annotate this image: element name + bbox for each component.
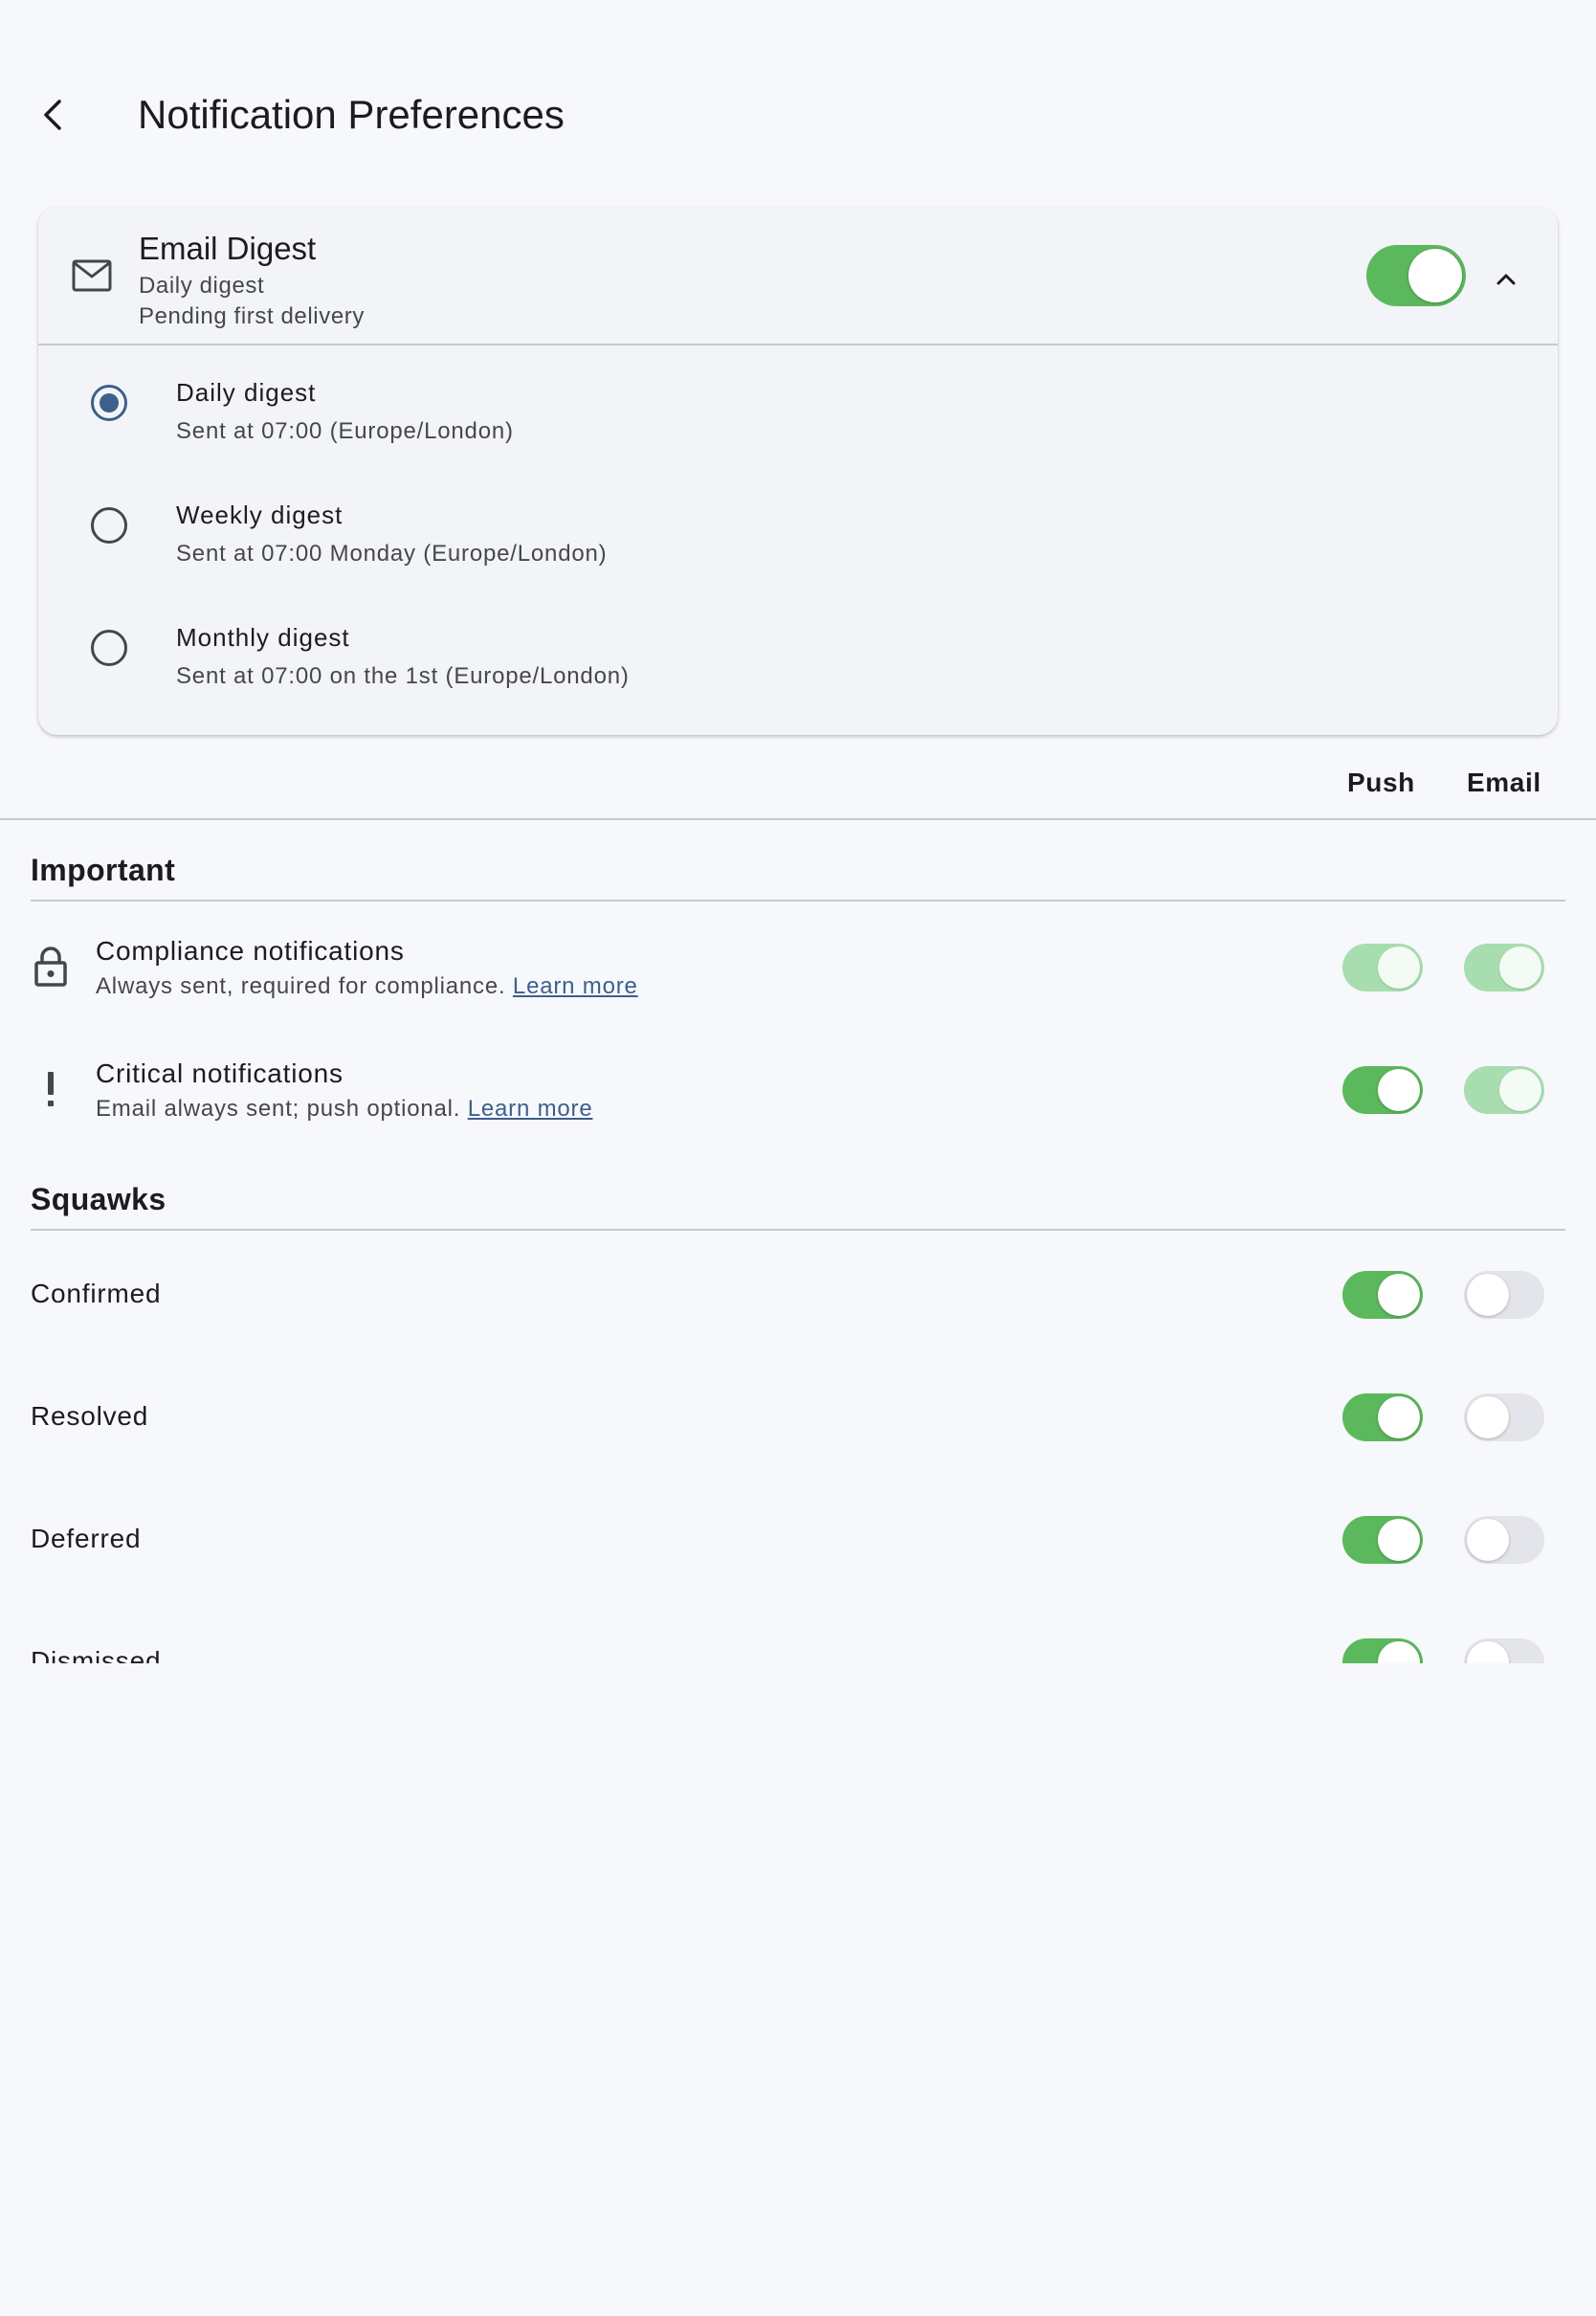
toggle-knob	[1467, 1274, 1509, 1316]
squawks-list: Confirmed Resolved Deferred Dismissed	[0, 1235, 1596, 1663]
arrow-back-icon	[44, 100, 61, 130]
section-divider	[31, 1229, 1565, 1231]
learn-more-link[interactable]: Learn more	[468, 1096, 593, 1122]
learn-more-link[interactable]: Learn more	[513, 973, 638, 999]
email-digest-frequency: Daily digest	[139, 273, 265, 299]
mail-icon	[72, 259, 112, 292]
radio-button[interactable]	[91, 507, 127, 544]
lock-icon	[31, 944, 71, 990]
push-toggle-compliance[interactable]	[1342, 944, 1423, 991]
pref-label: Compliance notifications	[96, 936, 405, 966]
push-toggle-dismissed[interactable]	[1342, 1638, 1423, 1663]
toggle-knob	[1499, 1069, 1541, 1111]
toggle-knob	[1467, 1641, 1509, 1663]
email-digest-title: Email Digest	[139, 231, 317, 266]
toggle-knob	[1378, 1641, 1420, 1663]
radio-button[interactable]	[91, 385, 127, 421]
pref-row-compliance: Compliance notifications Always sent, re…	[0, 905, 1596, 1028]
email-toggle-confirmed[interactable]	[1464, 1271, 1544, 1319]
collapse-button[interactable]	[1477, 251, 1535, 308]
pref-description-text: Email always sent; push optional.	[96, 1096, 468, 1122]
email-toggle-compliance[interactable]	[1464, 944, 1544, 991]
push-toggle-confirmed[interactable]	[1342, 1271, 1423, 1319]
push-toggle-resolved[interactable]	[1342, 1393, 1423, 1441]
push-column-header: Push	[1347, 768, 1415, 797]
toggle-knob	[1408, 249, 1462, 302]
page-title: Notification Preferences	[138, 92, 565, 137]
pref-row-confirmed: Confirmed	[0, 1235, 1596, 1357]
app-bar: Notification Preferences	[0, 0, 1596, 230]
toggle-knob	[1378, 1519, 1420, 1561]
pref-row-deferred: Deferred	[0, 1480, 1596, 1602]
email-column-header: Email	[1467, 768, 1541, 797]
pref-label: Deferred	[31, 1524, 142, 1553]
pref-label: Confirmed	[31, 1279, 162, 1308]
digest-option-label: Weekly digest	[176, 501, 344, 529]
pref-label: Resolved	[31, 1401, 149, 1431]
divider	[0, 818, 1596, 820]
push-toggle-critical[interactable]	[1342, 1066, 1423, 1114]
digest-option-daily[interactable]: Daily digest Sent at 07:00 (Europe/Londo…	[38, 348, 1558, 471]
digest-option-description: Sent at 07:00 (Europe/London)	[176, 418, 514, 444]
exclamation-icon	[31, 1066, 71, 1112]
back-button[interactable]	[23, 80, 84, 149]
digest-option-description: Sent at 07:00 Monday (Europe/London)	[176, 541, 608, 567]
pref-label: Dismissed	[31, 1646, 162, 1663]
digest-option-description: Sent at 07:00 on the 1st (Europe/London)	[176, 663, 630, 689]
email-toggle-dismissed[interactable]	[1464, 1638, 1544, 1663]
pref-description: Always sent, required for compliance. Le…	[96, 970, 638, 1003]
toggle-knob	[1467, 1519, 1509, 1561]
pref-description: Email always sent; push optional. Learn …	[96, 1093, 592, 1125]
digest-option-label: Monthly digest	[176, 623, 350, 652]
email-toggle-deferred[interactable]	[1464, 1516, 1544, 1564]
radio-button[interactable]	[91, 630, 127, 666]
chevron-up-icon	[1496, 274, 1516, 285]
digest-option-weekly[interactable]: Weekly digest Sent at 07:00 Monday (Euro…	[38, 471, 1558, 593]
pref-description-text: Always sent, required for compliance.	[96, 973, 513, 999]
email-digest-status: Pending first delivery	[139, 303, 365, 329]
email-digest-card: Email Digest Daily digest Pending first …	[38, 207, 1558, 735]
toggle-knob	[1378, 1274, 1420, 1316]
pref-row-dismissed: Dismissed	[0, 1602, 1596, 1663]
toggle-knob	[1378, 1069, 1420, 1111]
email-toggle-critical[interactable]	[1464, 1066, 1544, 1114]
toggle-knob	[1378, 946, 1420, 989]
toggle-knob	[1499, 946, 1541, 989]
pref-row-resolved: Resolved	[0, 1357, 1596, 1480]
pref-row-critical: Critical notifications Email always sent…	[0, 1028, 1596, 1150]
email-toggle-resolved[interactable]	[1464, 1393, 1544, 1441]
digest-option-monthly[interactable]: Monthly digest Sent at 07:00 on the 1st …	[38, 593, 1558, 716]
toggle-knob	[1467, 1396, 1509, 1438]
push-toggle-deferred[interactable]	[1342, 1516, 1423, 1564]
section-title-squawks: Squawks	[31, 1182, 166, 1216]
email-digest-header[interactable]: Email Digest Daily digest Pending first …	[38, 207, 1558, 345]
toggle-knob	[1378, 1396, 1420, 1438]
section-divider	[31, 900, 1565, 902]
section-title-important: Important	[31, 853, 176, 887]
pref-label: Critical notifications	[96, 1058, 344, 1088]
email-digest-toggle[interactable]	[1366, 245, 1466, 306]
digest-option-label: Daily digest	[176, 378, 317, 407]
